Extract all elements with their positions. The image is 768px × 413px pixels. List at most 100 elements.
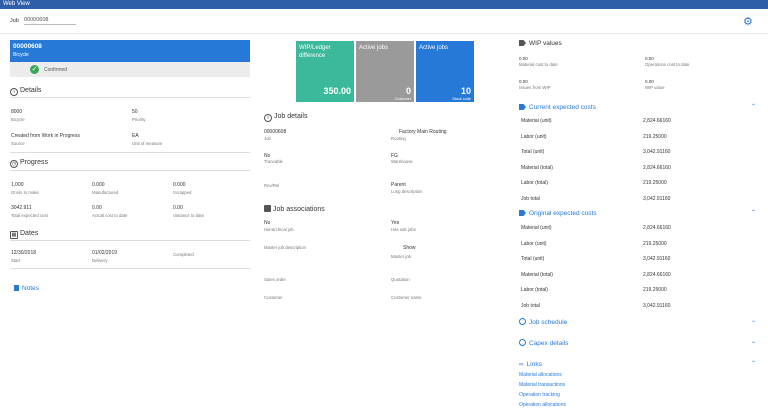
cost-row-label: Material (unit) — [521, 118, 552, 124]
variance-label: Variance to date — [173, 213, 204, 218]
customer-name-label: Customer name — [391, 295, 422, 300]
tag-icon — [519, 104, 526, 110]
chevron-down-icon[interactable]: ⌄ — [751, 338, 756, 345]
cost-row-value: 2,824.66160 — [643, 271, 671, 278]
current-costs-title[interactable]: Current expected costs — [519, 104, 596, 111]
link-operation-tracking[interactable]: Operation tracking — [519, 392, 560, 398]
original-costs-title[interactable]: Original expected costs — [519, 210, 597, 217]
show-link[interactable]: Show — [403, 245, 416, 251]
issues-value: 0.00 — [519, 79, 528, 84]
cost-row-label: Job total — [521, 195, 540, 202]
uom-value: EA — [132, 133, 139, 139]
cost-row-value: 219.25000 — [643, 180, 667, 186]
tag-icon — [519, 40, 526, 46]
link-operation-allocations[interactable]: Operation allocations — [519, 402, 566, 408]
job-input[interactable]: 00000608 — [24, 17, 76, 25]
source-label: Source — [11, 141, 25, 146]
clock-icon — [519, 318, 526, 325]
progress-title: ◷ Progress — [10, 159, 49, 168]
tile-title: WIP/Ledger difference — [299, 45, 331, 59]
dates-divider — [10, 240, 250, 241]
sales-order-label: Sales order — [264, 277, 286, 282]
cost-row-value: 2,824.66160 — [643, 164, 671, 171]
info-icon: i — [264, 114, 272, 122]
notes-link[interactable]: Notes — [14, 285, 39, 292]
cost-row-label: Material (unit) — [521, 225, 552, 231]
gross-value: 1,000 — [11, 182, 24, 188]
tile-subtitle: Stock code — [452, 97, 471, 101]
dates-title: ▦ Dates — [10, 230, 39, 239]
hier-label: Hierarchical job — [264, 227, 294, 232]
link-material-transactions[interactable]: Material transactions — [519, 382, 565, 388]
details-bottom-divider — [10, 152, 250, 153]
details-title: i Details — [10, 87, 41, 96]
total-expected-label: Total expected cost — [11, 213, 48, 218]
item-label: Bicycle — [11, 117, 25, 122]
info-icon — [519, 339, 526, 346]
cost-row-value: 2,824.66160 — [643, 225, 671, 231]
completed-label: Completed — [173, 252, 194, 257]
status-bar: ✓ Confirmed — [10, 62, 250, 77]
cost-row-label: Labor (total) — [521, 180, 548, 186]
routing-value[interactable]: Factory Main Routing — [399, 129, 447, 135]
grid-icon — [264, 205, 271, 212]
job-schedule-title[interactable]: Job schedule — [519, 318, 567, 326]
routing-label: Routing — [391, 136, 406, 141]
cost-row-label: Material (total) — [521, 271, 553, 278]
gear-icon[interactable]: ⚙ — [743, 17, 753, 28]
ops-cost-value: 0.00 — [645, 56, 654, 61]
dates-bottom-divider — [10, 268, 250, 269]
chevron-up-icon[interactable]: ⌃ — [751, 360, 756, 367]
priority-label: Priority — [132, 117, 146, 122]
job-label: Job — [10, 18, 19, 24]
tile-active-jobs-stock[interactable]: Active jobs 10 Stock code — [416, 41, 474, 102]
calendar-icon: ▦ — [10, 231, 18, 239]
source-value: Created from Work in Progress — [11, 133, 80, 139]
longdesc-label: Long description — [391, 189, 423, 194]
cost-row-value: 2,824.66160 — [643, 118, 671, 124]
check-circle-icon: ✓ — [30, 65, 39, 74]
scrapped-value: 0.000 — [173, 182, 186, 188]
delivery-value: 01/02/2019 — [92, 250, 118, 256]
start-label: Start — [11, 258, 21, 263]
job-header-card: 00000608 Bicycle — [10, 40, 250, 62]
clock-icon: ◷ — [10, 160, 18, 168]
cost-row-value: 3,042.91160 — [643, 149, 671, 155]
cost-row-label: Total (unit) — [521, 256, 545, 262]
start-value: 12/30/2018 — [11, 250, 37, 256]
chevron-up-icon[interactable]: ⌃ — [751, 209, 756, 216]
cost-row-label: Labor (unit) — [521, 133, 547, 140]
progress-divider — [10, 170, 250, 171]
job-label: Job — [264, 136, 271, 141]
cost-row-label: Labor (unit) — [521, 240, 547, 247]
cost-row-value: 3,042.91160 — [643, 302, 671, 309]
link-material-allocations[interactable]: Material allocations — [519, 372, 562, 378]
tile-subtitle: Customer — [394, 97, 411, 101]
tag-icon — [519, 210, 526, 216]
tile-value: 10 — [460, 86, 471, 96]
issues-label: Issues from WIP — [519, 85, 551, 90]
manufactured-value: 0.000 — [92, 182, 105, 188]
scrapped-label: Scrapped — [173, 190, 192, 195]
tile-wip-ledger[interactable]: WIP/Ledger difference 350.00 — [296, 41, 354, 102]
capex-title[interactable]: Capex details — [519, 339, 568, 347]
tile-title: Active jobs — [419, 45, 449, 51]
tile-active-jobs-customer[interactable]: Active jobs 0 Customer — [356, 41, 414, 102]
job-value[interactable]: 00000608 — [264, 129, 286, 135]
priority-value: 50 — [132, 109, 138, 115]
item-value[interactable]: 8000 — [11, 109, 22, 115]
chevron-up-icon[interactable]: ⌃ — [751, 103, 756, 110]
parent-value: Parent — [391, 182, 406, 188]
mat-cost-label: Material cost to date — [519, 62, 558, 67]
customer-label: Customer — [264, 295, 283, 300]
mat-cost-value: 0.00 — [519, 56, 528, 61]
total-expected-value: 3042.911 — [11, 205, 32, 211]
cost-row-label: Material (total) — [521, 164, 553, 171]
cost-row-value: 219.25000 — [643, 240, 667, 247]
chevron-down-icon[interactable]: ⌄ — [751, 317, 756, 324]
tile-value: 0 — [405, 86, 411, 96]
job-number: 00000608 — [13, 43, 42, 50]
job-assoc-title: Job associations — [264, 205, 325, 213]
wipv-value: 0.00 — [645, 79, 654, 84]
master-job-label: Master job — [391, 254, 412, 259]
